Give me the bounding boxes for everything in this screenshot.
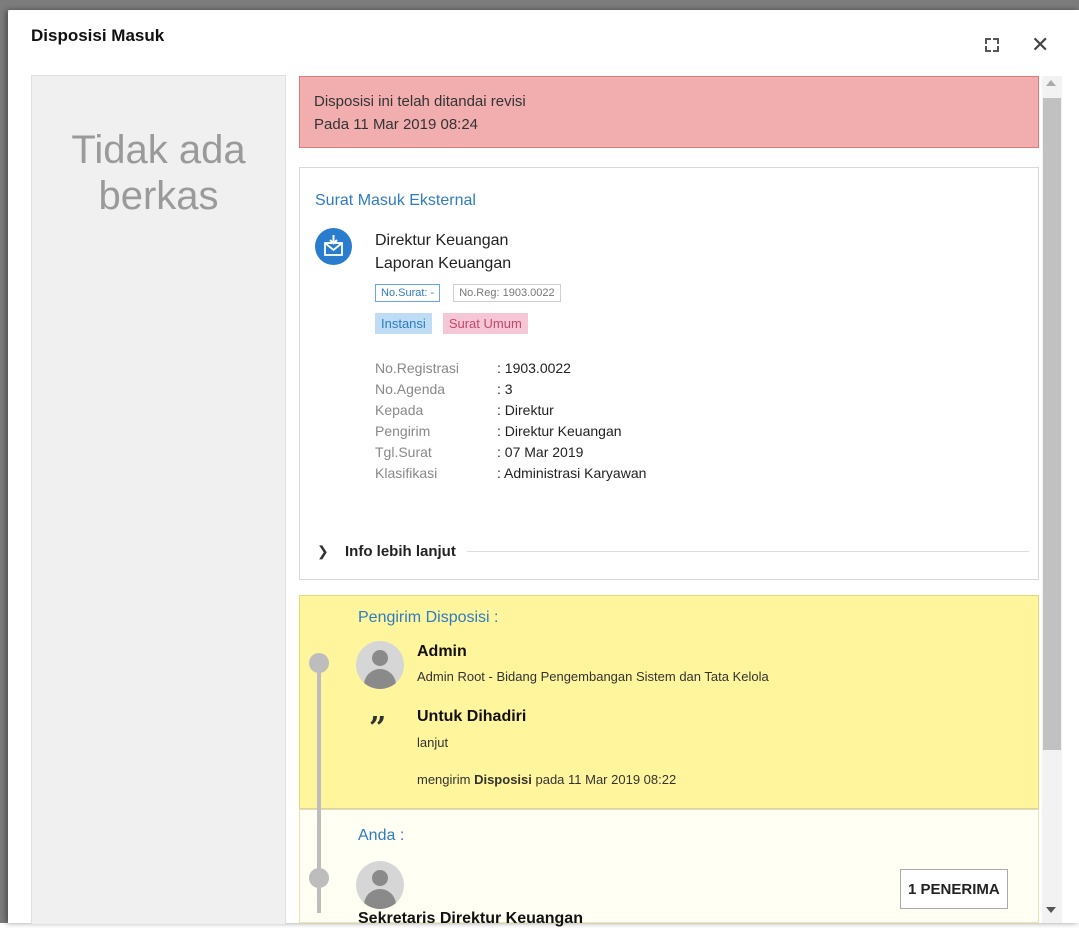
alert-line1: Disposisi ini telah ditandai revisi <box>314 93 526 110</box>
no-file-line1: Tidak ada <box>71 128 246 172</box>
letter-sender: Direktur Keuangan <box>375 232 509 249</box>
no-file-message: Tidak ada berkas <box>32 127 285 219</box>
detail-value: : Administrasi Karyawan <box>497 465 647 481</box>
letter-heading: Direktur Keuangan Laporan Keuangan <box>375 229 511 275</box>
letter-type-label: Surat Masuk Eksternal <box>315 192 476 209</box>
detail-row: Klasifikasi : Administrasi Karyawan <box>375 463 646 484</box>
sent-time: pada 11 Mar 2019 08:22 <box>531 772 677 787</box>
mail-inbox-icon <box>315 228 352 265</box>
receivers-button[interactable]: 1 PENERIMA <box>900 869 1008 909</box>
close-icon[interactable]: ✕ <box>1031 34 1049 56</box>
no-surat-tag: No.Surat: - <box>375 284 441 302</box>
no-file-line2: berkas <box>98 174 219 218</box>
sent-info: mengirim Disposisi pada 11 Mar 2019 08:2… <box>417 772 676 787</box>
recipient-name: Sekretaris Direktur Keuangan <box>358 910 583 927</box>
detail-value: : Direktur <box>497 402 554 418</box>
divider <box>466 551 1029 552</box>
quote-icon: ” <box>369 711 387 746</box>
scroll-up-icon[interactable] <box>1046 80 1056 86</box>
letter-details: No.Registrasi : 1903.0022 No.Agenda : 3 Ke… <box>375 358 646 484</box>
sender-section-label: Pengirim Disposisi : <box>358 609 499 626</box>
detail-row: Kepada : Direktur <box>375 400 646 421</box>
detail-label: No.Agenda <box>375 381 446 397</box>
expand-icon[interactable] <box>985 38 999 52</box>
instruction-note: lanjut <box>417 735 449 750</box>
detail-value: : 3 <box>497 381 513 397</box>
alert-line2: Pada 11 Mar 2019 08:24 <box>314 116 479 133</box>
instansi-badge: Instansi <box>375 313 432 334</box>
sender-role: Admin Root - Bidang Pengembangan Sistem … <box>417 669 769 684</box>
timeline-dot <box>309 868 329 888</box>
sender-name: Admin <box>417 643 467 660</box>
instruction-title: Untuk Dihadiri <box>417 708 527 725</box>
detail-label: Pengirim <box>375 423 431 439</box>
sent-type: Disposisi <box>474 772 532 787</box>
more-info-label: Info lebih lanjut <box>345 543 456 560</box>
recipient-avatar <box>356 861 404 909</box>
recipient-section-label: Anda : <box>358 827 405 844</box>
detail-label: No.Registrasi <box>375 360 460 376</box>
page-backdrop <box>0 0 1079 10</box>
detail-value: : Direktur Keuangan <box>497 423 622 439</box>
file-preview-panel: Tidak ada berkas <box>31 75 286 925</box>
scrollbar-thumb[interactable] <box>1043 98 1061 750</box>
sent-prefix: mengirim <box>417 772 475 787</box>
surat-umum-badge: Surat Umum <box>442 313 528 334</box>
detail-row: No.Registrasi : 1903.0022 <box>375 358 646 379</box>
detail-row: No.Agenda : 3 <box>375 379 646 400</box>
no-reg-tag: No.Reg: 1903.0022 <box>453 284 561 302</box>
detail-row: Pengirim : Direktur Keuangan <box>375 421 646 442</box>
revision-alert: Disposisi ini telah ditandai revisi Pada… <box>299 76 1039 148</box>
chevron-right-icon: ❯ <box>317 543 329 559</box>
dialog-title: Disposisi Masuk <box>31 26 165 45</box>
sender-avatar <box>356 641 404 689</box>
detail-value: : 07 Mar 2019 <box>497 444 584 460</box>
detail-label: Klasifikasi <box>375 465 438 481</box>
scroll-down-icon[interactable] <box>1046 907 1056 913</box>
more-info-toggle[interactable]: ❯ Info lebih lanjut <box>317 543 1029 560</box>
letter-card: Surat Masuk Eksternal Direktur Keuangan … <box>299 167 1039 580</box>
detail-row: Tgl.Surat : 07 Mar 2019 <box>375 442 646 463</box>
timeline-dot <box>309 653 329 673</box>
letter-category-tags: Instansi Surat Umum <box>375 313 528 334</box>
detail-label: Tgl.Surat <box>375 444 432 460</box>
letter-subject: Laporan Keuangan <box>375 255 512 272</box>
detail-value: : 1903.0022 <box>497 360 571 376</box>
page-backdrop-left <box>0 0 8 923</box>
letter-number-tags: No.Surat: - No.Reg: 1903.0022 <box>375 284 561 302</box>
detail-label: Kepada <box>375 402 424 418</box>
